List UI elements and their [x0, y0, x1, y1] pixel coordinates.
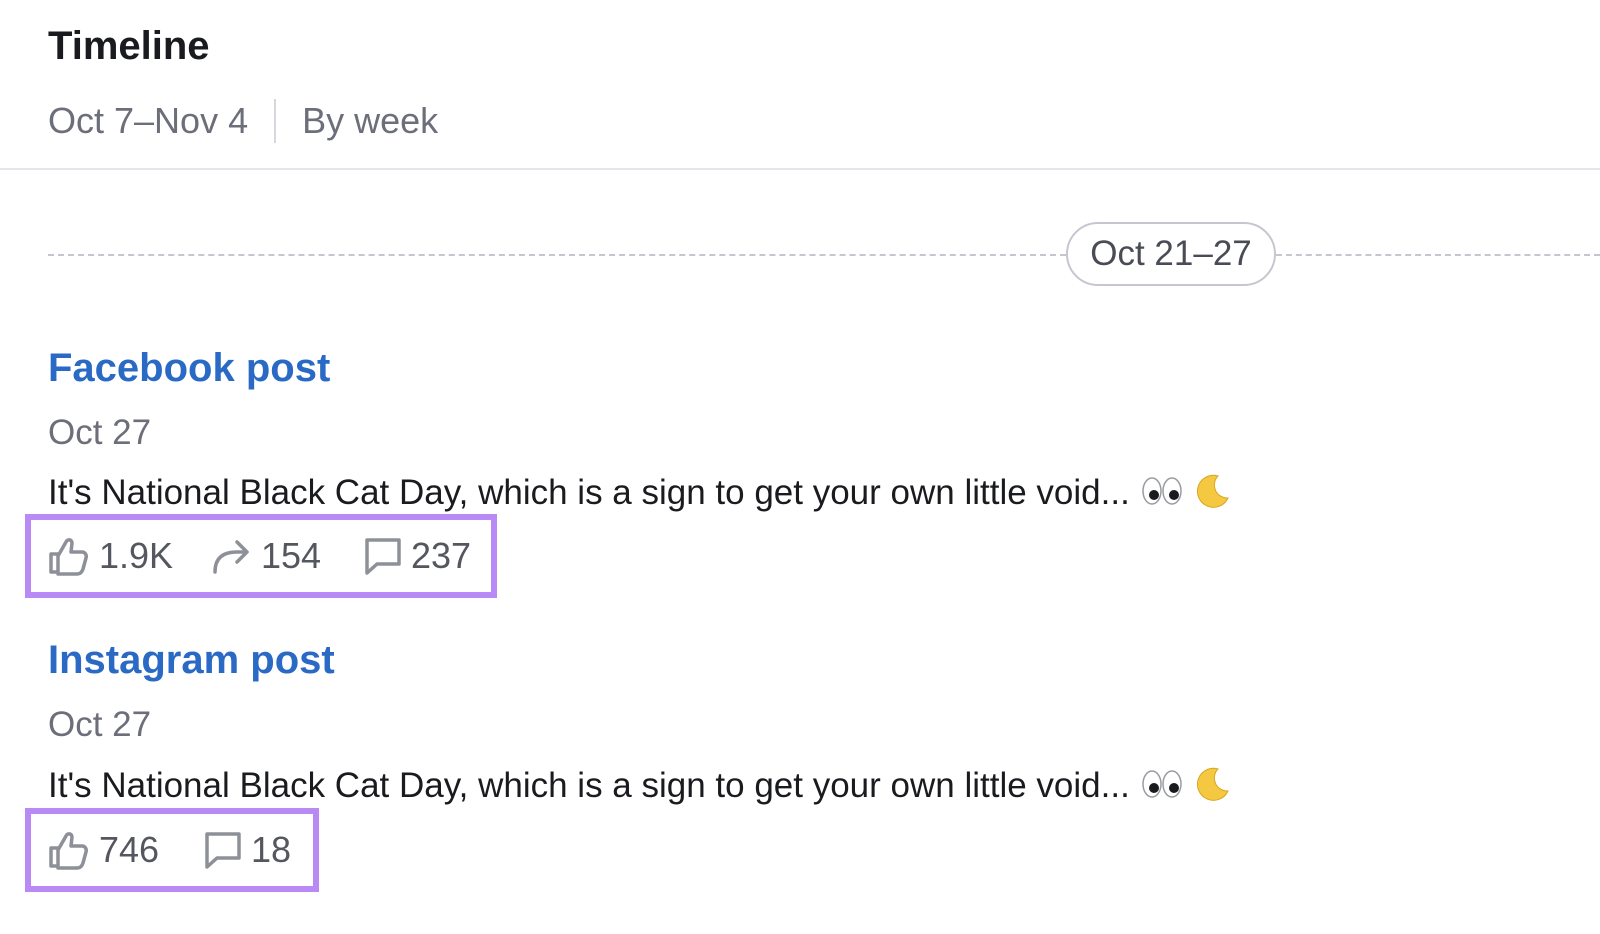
crescent-moon-emoji [1196, 474, 1229, 508]
timeline-panel: Timeline Oct 7–Nov 4 By week Oct 21–27 F… [0, 0, 1600, 934]
timeline-header: Timeline Oct 7–Nov 4 By week [0, 0, 1600, 170]
filter-divider [274, 99, 277, 143]
shares-count: 154 [261, 535, 322, 576]
post-text-content: It's National Black Cat Day, which is a … [48, 473, 1130, 512]
comments-stat: 237 [363, 520, 471, 592]
grouping-selector[interactable]: By week [302, 100, 438, 142]
share-arrow-icon [213, 540, 249, 574]
timeline-filters: Oct 7–Nov 4 By week [48, 98, 438, 144]
crescent-moon-emoji [1196, 767, 1229, 801]
likes-stat: 746 [47, 814, 159, 886]
post-text: It's National Black Cat Day, which is a … [48, 472, 1230, 514]
shares-stat: 154 [211, 520, 321, 592]
post-text: It's National Black Cat Day, which is a … [48, 765, 1230, 807]
week-separator-line-right [1276, 254, 1600, 256]
likes-count: 1.9K [99, 535, 174, 576]
comment-icon [365, 538, 401, 575]
likes-count: 746 [99, 829, 160, 870]
likes-stat: 1.9K [47, 520, 173, 592]
post-text-content: It's National Black Cat Day, which is a … [48, 766, 1130, 805]
engagement-stats-highlight: 746 18 [25, 808, 319, 892]
eyes-emoji [1142, 770, 1182, 798]
thumbs-up-icon [49, 538, 88, 576]
post-date: Oct 27 [48, 413, 152, 452]
comments-stat: 18 [203, 814, 291, 886]
week-label: Oct 21–27 [1066, 222, 1276, 286]
comment-icon [205, 832, 241, 869]
week-separator: Oct 21–27 [48, 222, 1600, 288]
page-title: Timeline [48, 24, 210, 68]
week-separator-line-left [48, 254, 1066, 256]
thumbs-up-icon [49, 832, 88, 870]
post-title-facebook[interactable]: Facebook post [48, 344, 330, 392]
eyes-emoji [1142, 477, 1182, 505]
post-title-instagram[interactable]: Instagram post [48, 636, 335, 684]
post-date: Oct 27 [48, 705, 152, 744]
comments-count: 18 [251, 829, 292, 870]
date-range[interactable]: Oct 7–Nov 4 [48, 100, 248, 142]
comments-count: 237 [411, 535, 472, 576]
engagement-stats-highlight: 1.9K 154 237 [25, 514, 497, 598]
